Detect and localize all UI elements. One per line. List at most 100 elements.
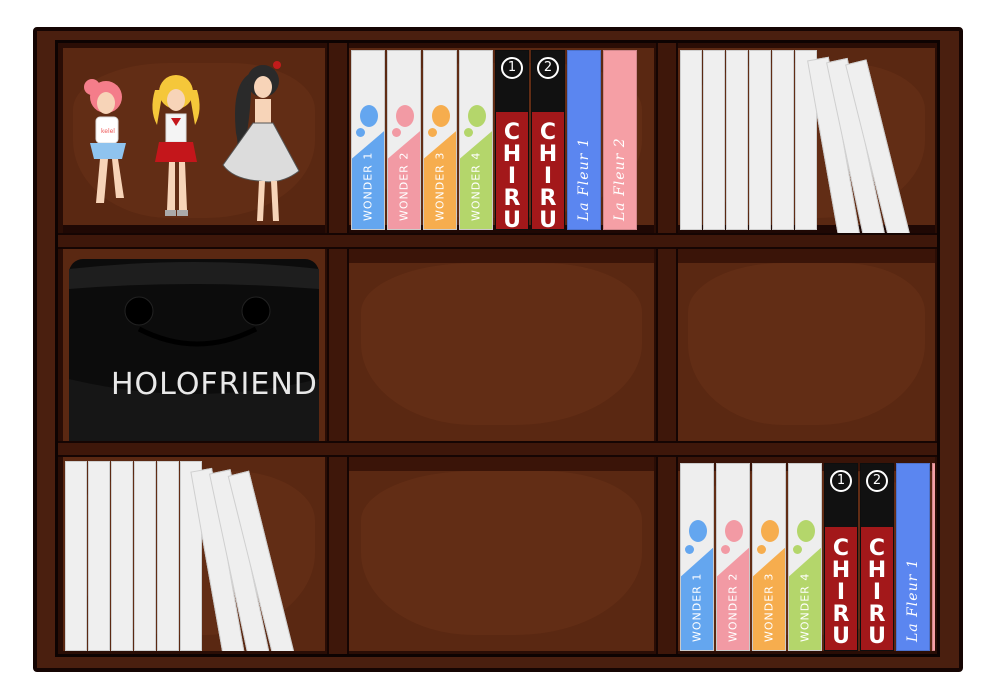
fleur-title: La Fleur 2 (612, 137, 628, 221)
spine-dot-icon (797, 520, 815, 543)
chiru-title: CHIRU (831, 538, 851, 648)
spine-dot-icon (793, 544, 802, 554)
fleur-title: La Fleur 1 (576, 137, 592, 221)
chiru-title-letter: U (503, 208, 521, 230)
spine-dot-icon (396, 105, 414, 127)
wonder-volume-1[interactable]: WONDER 1 (351, 50, 385, 230)
chiru-title-letter: C (503, 120, 521, 146)
spine-dot-icon (428, 128, 437, 138)
cubby-top-shadow (349, 455, 654, 471)
chiru-title-letter: C (832, 536, 850, 562)
volume-number: 1 (501, 57, 523, 79)
cubby-top-shadow (678, 247, 935, 263)
chiru-volume-1[interactable]: 1 CHIRU (824, 463, 858, 651)
bag-face-icon (69, 262, 319, 441)
wonder-title: WONDER 1 (690, 572, 704, 642)
blank-book[interactable] (111, 461, 133, 651)
pink-hair-figure[interactable]: kelel (78, 73, 138, 233)
blank-book[interactable] (772, 50, 794, 230)
chiru-volume-2[interactable]: 2 CHIRU (531, 50, 565, 230)
fleur-volume-2[interactable]: La Fleur 2 (603, 50, 637, 230)
chiru-title-letter: I (543, 164, 553, 190)
wonder-volume-4[interactable]: WONDER 4 (459, 50, 493, 230)
blank-book[interactable] (749, 50, 771, 230)
wonder-title: WONDER 2 (726, 572, 740, 642)
wonder-volume-4[interactable]: WONDER 4 (788, 463, 822, 651)
shelf-board (58, 441, 937, 457)
fleur-volume-1[interactable]: La Fleur 1 (567, 50, 601, 230)
wonder-volume-1[interactable]: WONDER 1 (680, 463, 714, 651)
wonder-title: WONDER 4 (469, 151, 483, 221)
chiru-title: CHIRU (538, 120, 558, 230)
chiru-title-letter: R (503, 186, 521, 212)
chiru-title-letter: U (832, 624, 850, 650)
volume-number: 1 (830, 470, 852, 492)
cubby-top-right[interactable] (678, 48, 935, 233)
fleur-volume-2[interactable]: La Fleur 2 (932, 463, 935, 651)
cubby-top-left[interactable]: kelel (63, 48, 325, 233)
chiru-title-letter: U (539, 208, 557, 230)
spine-dot-icon (468, 105, 486, 127)
chiru-title: CHIRU (867, 538, 887, 648)
blank-book[interactable] (157, 461, 179, 651)
cubby-bottom-center[interactable] (349, 455, 654, 651)
cubby-middle-left[interactable]: HOLOFRIEND (63, 247, 325, 441)
chiru-title-letter: C (868, 536, 886, 562)
chiru-title-letter: R (539, 186, 557, 212)
blank-book[interactable] (65, 461, 87, 651)
bag-label: HOLOFRIEND (111, 367, 318, 402)
cubby-top-shadow (349, 247, 654, 263)
blank-book[interactable] (726, 50, 748, 230)
chiru-title-letter: H (867, 558, 887, 584)
spine-dot-icon (761, 520, 779, 543)
spine-dot-icon (464, 128, 473, 138)
wonder-volume-3[interactable]: WONDER 3 (752, 463, 786, 651)
chiru-title-letter: I (836, 580, 846, 606)
chiru-title-letter: R (832, 602, 850, 628)
chiru-title-letter: R (868, 602, 886, 628)
cubby-backpanel (361, 470, 642, 636)
chiru-title-letter: C (539, 120, 557, 146)
shelf-divider-vertical (327, 43, 349, 654)
chiru-title-letter: H (538, 142, 558, 168)
wonder-volume-2[interactable]: WONDER 2 (387, 50, 421, 230)
wonder-title: WONDER 3 (762, 572, 776, 642)
chiru-title-letter: H (831, 558, 851, 584)
spine-dot-icon (685, 544, 694, 554)
chiru-volume-2[interactable]: 2 CHIRU (860, 463, 894, 651)
figure-shirt-text: kelel (101, 128, 115, 135)
cubby-backpanel (361, 262, 642, 426)
fleur-title: La Fleur 1 (905, 558, 921, 642)
dark-hair-figure[interactable] (211, 53, 311, 233)
blank-book[interactable] (88, 461, 110, 651)
blank-book[interactable] (134, 461, 156, 651)
cubby-bottom-left[interactable] (63, 455, 325, 651)
cubby-middle-center[interactable] (349, 247, 654, 441)
volume-number: 2 (866, 470, 888, 492)
holofriend-bag[interactable]: HOLOFRIEND (69, 259, 319, 441)
cubby-bottom-right[interactable]: WONDER 1 WONDER 2 WONDER 3 WONDER 4 1 CHIRU 2 C… (678, 455, 935, 651)
blank-book[interactable] (680, 50, 702, 230)
chiru-title-letter: I (507, 164, 517, 190)
fleur-volume-1[interactable]: La Fleur 1 (896, 463, 930, 651)
bookshelf-interior: kelel WONDER 1 WONDER 2 WONDER 3 WONDER … (55, 40, 940, 657)
chiru-volume-1[interactable]: 1 CHIRU (495, 50, 529, 230)
spine-dot-icon (432, 105, 450, 127)
chiru-title-letter: U (868, 624, 886, 650)
cubby-middle-right[interactable] (678, 247, 935, 441)
wonder-volume-2[interactable]: WONDER 2 (716, 463, 750, 651)
spine-dot-icon (757, 544, 766, 554)
wonder-title: WONDER 3 (433, 151, 447, 221)
spine-dot-icon (721, 544, 730, 554)
blonde-figure[interactable] (145, 70, 207, 233)
wonder-title: WONDER 1 (361, 151, 375, 221)
cubby-top-middle[interactable]: WONDER 1 WONDER 2 WONDER 3 WONDER 4 1 CHIRU 2 C… (349, 48, 654, 233)
spine-dot-icon (356, 128, 365, 138)
wonder-volume-3[interactable]: WONDER 3 (423, 50, 457, 230)
chiru-title-letter: I (872, 580, 882, 606)
blank-book[interactable] (703, 50, 725, 230)
cubby-backpanel (688, 262, 925, 426)
volume-number: 2 (537, 57, 559, 79)
shelf-board (58, 233, 937, 249)
wonder-title: WONDER 2 (397, 151, 411, 221)
